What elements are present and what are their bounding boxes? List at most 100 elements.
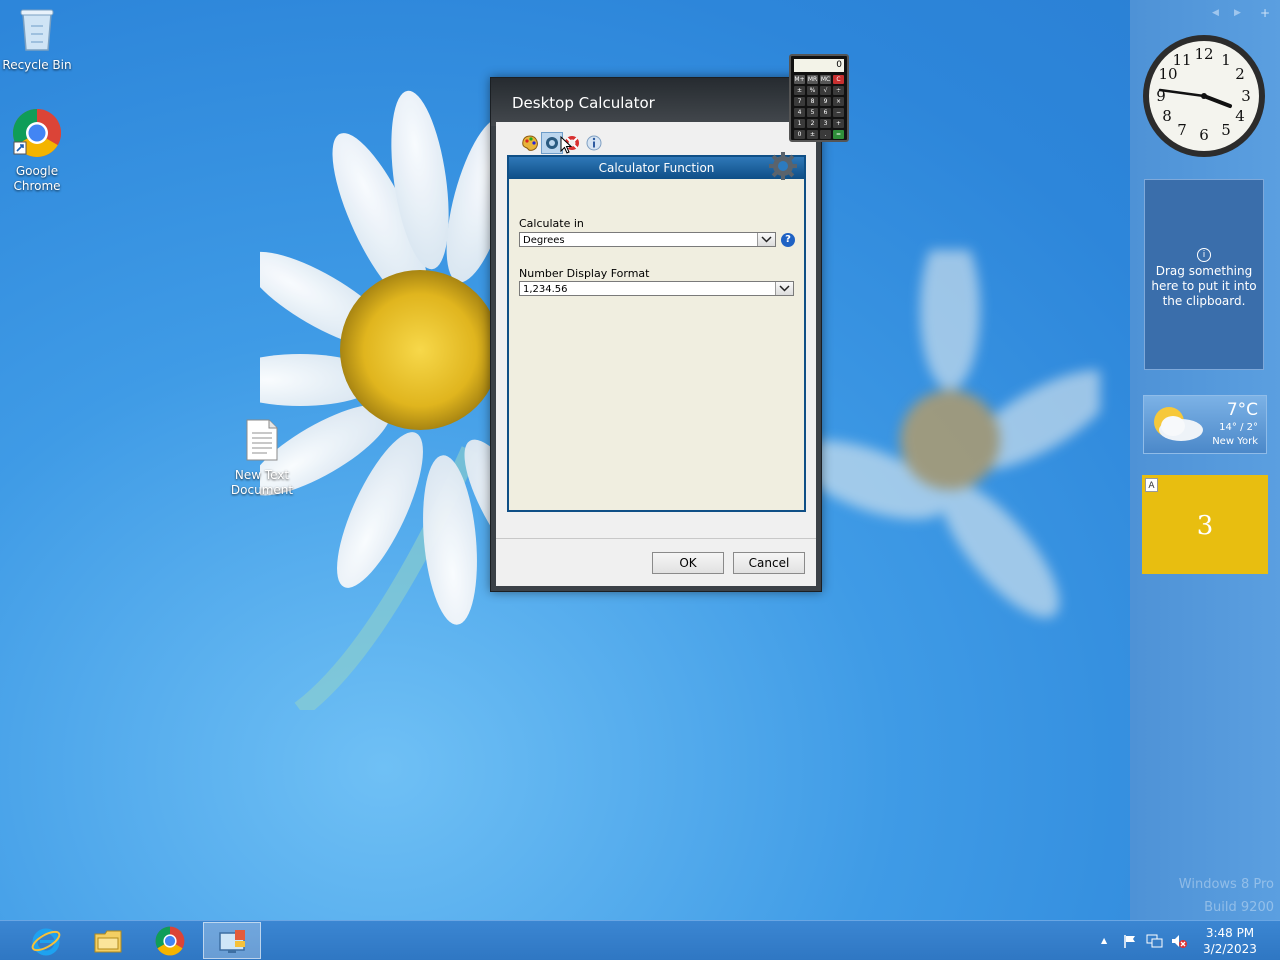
- svg-text:5: 5: [1221, 121, 1231, 139]
- calc-key[interactable]: 8: [807, 97, 818, 106]
- info-icon: i: [1197, 248, 1211, 262]
- calc-key[interactable]: 4: [794, 108, 805, 117]
- calculator-display: 0: [794, 59, 844, 72]
- calculator-gadget[interactable]: 0 M+ MR MC C ± % √ ÷ 7 8 9 × 4 5 6 − 1 2…: [789, 54, 849, 142]
- taskbar-date: 3/2/2023: [1203, 942, 1257, 956]
- calc-key[interactable]: ±: [794, 86, 805, 95]
- taskbar-time: 3:48 PM: [1205, 926, 1255, 940]
- chrome-icon: [155, 926, 185, 956]
- clipboard-message: Drag something here to put it into the c…: [1151, 264, 1257, 308]
- calc-key[interactable]: ±: [807, 130, 818, 139]
- calc-key[interactable]: M+: [794, 75, 805, 84]
- desktop-gadget-icon: [219, 930, 245, 953]
- calc-key[interactable]: 5: [807, 108, 818, 117]
- wallpaper-flower-blurred: [800, 250, 1100, 618]
- gear-icon: [546, 137, 558, 149]
- calc-key[interactable]: MC: [820, 75, 831, 84]
- calc-key[interactable]: +: [833, 119, 844, 128]
- dialog-separator: [496, 538, 816, 539]
- svg-text:4: 4: [1235, 107, 1245, 125]
- taskbar-desktop-gadgets[interactable]: [203, 922, 261, 959]
- sticky-note-gadget[interactable]: A 3: [1142, 475, 1268, 574]
- svg-text:3: 3: [1241, 87, 1251, 105]
- chevron-down-icon: [775, 282, 793, 295]
- calc-key[interactable]: ×: [833, 97, 844, 106]
- chrome-icon: [12, 108, 62, 158]
- clipboard-gadget[interactable]: i Drag something here to put it into the…: [1144, 179, 1264, 370]
- svg-text:12: 12: [1194, 45, 1213, 63]
- svg-text:7: 7: [1177, 121, 1187, 139]
- calc-key[interactable]: 2: [807, 119, 818, 128]
- calculate-in-value: Degrees: [523, 235, 565, 246]
- text-document-icon: [246, 419, 278, 461]
- svg-text:2: 2: [1235, 65, 1245, 83]
- network-icon[interactable]: [1146, 933, 1164, 949]
- volume-muted-icon[interactable]: [1170, 933, 1188, 949]
- number-display-format-value: 1,234.56: [523, 284, 568, 295]
- number-display-format-label: Number Display Format: [519, 267, 650, 280]
- calc-key[interactable]: =: [833, 130, 844, 139]
- calculator-function-panel: Calculator Function Calculate in Degrees: [507, 152, 806, 512]
- new-text-document[interactable]: New Text Document: [227, 418, 297, 498]
- paint-palette-icon[interactable]: [521, 134, 539, 152]
- google-chrome-label: Google Chrome: [13, 164, 61, 193]
- svg-text:6: 6: [1199, 126, 1209, 144]
- calc-key[interactable]: 3: [820, 119, 831, 128]
- calc-key[interactable]: 1: [794, 119, 805, 128]
- calc-key[interactable]: 6: [820, 108, 831, 117]
- sidebar-add-gadget-button[interactable]: +: [1260, 6, 1270, 20]
- new-text-document-label: New Text Document: [230, 468, 294, 497]
- cancel-button[interactable]: Cancel: [733, 552, 805, 574]
- sticky-note-text[interactable]: 3: [1142, 511, 1268, 541]
- taskbar-file-explorer[interactable]: [79, 922, 137, 959]
- action-center-flag-icon[interactable]: [1122, 933, 1138, 949]
- svg-text:8: 8: [1162, 107, 1172, 125]
- panel-title: Calculator Function: [509, 157, 804, 179]
- google-chrome-shortcut[interactable]: Google Chrome: [2, 108, 72, 194]
- windows-build-watermark: Build 9200: [1204, 900, 1274, 915]
- calc-key[interactable]: −: [833, 108, 844, 117]
- chevron-down-icon: [757, 233, 775, 246]
- calc-key[interactable]: MR: [807, 75, 818, 84]
- recycle-bin-icon: [20, 9, 54, 51]
- clock-gadget[interactable]: 12 12 345 678 91011: [1142, 34, 1266, 158]
- number-display-format-dropdown[interactable]: 1,234.56: [519, 281, 794, 296]
- weather-gadget[interactable]: 7°C 14° / 2° New York: [1143, 395, 1267, 454]
- calculate-in-dropdown[interactable]: Degrees: [519, 232, 776, 247]
- calculate-in-label: Calculate in: [519, 217, 584, 230]
- recycle-bin[interactable]: Recycle Bin: [2, 6, 72, 73]
- svg-text:11: 11: [1172, 51, 1191, 69]
- calc-key[interactable]: 7: [794, 97, 805, 106]
- sidebar-next-button[interactable]: ▶: [1234, 8, 1241, 18]
- internet-explorer-icon: [31, 928, 61, 956]
- ok-button[interactable]: OK: [652, 552, 724, 574]
- calc-key[interactable]: 9: [820, 97, 831, 106]
- taskbar-clock[interactable]: 3:48 PM 3/2/2023: [1196, 925, 1264, 957]
- help-button[interactable]: ?: [781, 233, 795, 247]
- calc-key[interactable]: ÷: [833, 86, 844, 95]
- weather-city: New York: [1212, 436, 1258, 447]
- file-explorer-icon: [94, 930, 122, 953]
- partly-cloudy-icon: [1154, 407, 1203, 441]
- taskbar: ▲ 3:48 PM 3/2/2023: [0, 920, 1280, 960]
- calc-key[interactable]: 0: [794, 130, 805, 139]
- dialog-title: Desktop Calculator: [491, 78, 821, 126]
- weather-high-low: 14° / 2°: [1219, 422, 1258, 433]
- taskbar-internet-explorer[interactable]: [17, 922, 75, 959]
- svg-text:1: 1: [1221, 51, 1231, 69]
- calc-key[interactable]: √: [820, 86, 831, 95]
- weather-temperature: 7°C: [1226, 400, 1258, 420]
- gear-icon: [769, 152, 797, 180]
- desktop-calculator-dialog: Desktop Calculator Calculator Function C…: [490, 77, 822, 592]
- calc-key[interactable]: C: [833, 75, 844, 84]
- recycle-bin-label: Recycle Bin: [2, 58, 72, 72]
- sticky-note-font-button[interactable]: A: [1145, 478, 1158, 492]
- sidebar-prev-button[interactable]: ◀: [1212, 8, 1219, 18]
- dialog-client-area: Calculator Function Calculate in Degrees: [496, 122, 816, 586]
- mouse-cursor-icon: [560, 136, 572, 154]
- show-hidden-icons-button[interactable]: ▲: [1101, 936, 1107, 945]
- calc-key[interactable]: .: [820, 130, 831, 139]
- taskbar-chrome[interactable]: [141, 922, 199, 959]
- info-icon[interactable]: [585, 134, 603, 152]
- calc-key[interactable]: %: [807, 86, 818, 95]
